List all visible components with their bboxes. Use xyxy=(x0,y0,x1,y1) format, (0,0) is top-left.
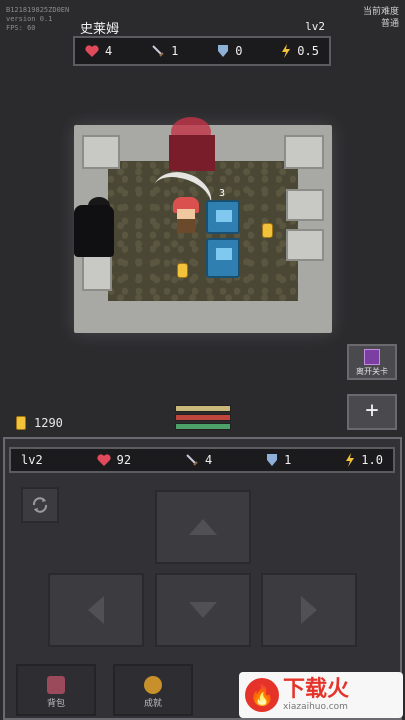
arrow-down-icon xyxy=(189,602,217,618)
player-stats-bar: lv2 92 4 1 1.0 xyxy=(9,447,395,473)
hero-face xyxy=(177,209,195,219)
lightning-icon xyxy=(346,453,355,467)
dpad-left-button[interactable] xyxy=(48,573,144,647)
enemy-attack: 1 xyxy=(151,44,178,58)
difficulty-value: 普通 xyxy=(380,19,399,29)
gold-icon xyxy=(16,416,26,430)
debug-fps: FPS: 60 xyxy=(6,24,36,32)
player-attack: 4 xyxy=(185,453,212,467)
enemy-name: 史莱姆 xyxy=(80,22,120,37)
health-bar xyxy=(175,414,231,421)
damage-number: 3 xyxy=(219,188,226,199)
exit-level-label: 离开关卡 xyxy=(356,367,388,376)
bag-label: 背包 xyxy=(46,699,65,709)
gold-amount: 1290 xyxy=(34,416,63,430)
dpad-up-button[interactable] xyxy=(155,490,251,564)
player-attack-value: 4 xyxy=(204,453,213,467)
arrow-right-icon xyxy=(301,596,317,624)
exit-gate xyxy=(169,135,215,171)
backpack-icon xyxy=(47,676,65,694)
achievements-button[interactable]: 成就 xyxy=(113,664,193,716)
debug-build: B121819825ZD0EN xyxy=(6,6,70,14)
dungeon-room: 3 xyxy=(74,117,332,333)
dpad-down-button[interactable] xyxy=(155,573,251,647)
shield-icon xyxy=(218,45,229,57)
gold-coin xyxy=(177,263,188,278)
difficulty-indicator: 当前难度 普通 xyxy=(363,6,399,30)
bag-button[interactable]: 背包 xyxy=(16,664,96,716)
achievements-label: 成就 xyxy=(143,699,162,709)
sword-icon xyxy=(186,454,198,466)
enemy-speed-value: 0.5 xyxy=(297,44,319,58)
medal-icon xyxy=(144,676,162,694)
slime-face xyxy=(216,248,232,260)
slime-enemy[interactable] xyxy=(206,200,240,234)
enemy-attack-value: 1 xyxy=(171,44,179,58)
player-speed: 1.0 xyxy=(345,453,383,467)
debug-info: B121819825ZD0EN version 0.1 FPS: 60 xyxy=(6,6,69,33)
player-speed-value: 1.0 xyxy=(361,453,383,467)
gold-counter: 1290 xyxy=(16,416,63,430)
arrow-up-icon xyxy=(189,519,217,535)
lightning-icon xyxy=(282,44,291,58)
wall-block xyxy=(284,135,324,169)
heart-icon xyxy=(85,45,99,57)
refresh-icon xyxy=(32,497,48,513)
sword-icon xyxy=(152,45,164,57)
watermark-logo: 🔥 xyxy=(245,678,279,712)
wall-block xyxy=(286,189,324,221)
watermark-main: 下载火 xyxy=(283,677,350,702)
slime-enemy[interactable] xyxy=(206,238,240,278)
enemy-speed: 0.5 xyxy=(281,44,319,58)
slime-face xyxy=(216,210,232,222)
shield-icon xyxy=(267,454,278,466)
player-defense-value: 1 xyxy=(284,453,292,467)
experience-bar xyxy=(175,405,231,412)
stamina-bar xyxy=(175,423,231,430)
hero-body xyxy=(177,219,195,233)
enemy-defense: 0 xyxy=(217,44,242,58)
exit-level-button[interactable]: 离开关卡 xyxy=(347,344,397,380)
player-defense: 1 xyxy=(266,453,291,467)
watermark-sub: xiazaihuo.com xyxy=(283,702,348,712)
watermark: 🔥 下载火 xiazaihuo.com xyxy=(239,672,403,718)
refresh-button[interactable] xyxy=(21,487,59,523)
player-bars xyxy=(175,405,231,432)
portal-icon xyxy=(364,349,380,365)
enemy-stats-bar: 4 1 0 0.5 xyxy=(73,36,331,66)
player-hp: 92 xyxy=(97,453,131,467)
player-hp-value: 92 xyxy=(116,453,132,467)
watermark-text: 下载火 xiazaihuo.com xyxy=(283,677,350,713)
enemy-hp: 4 xyxy=(85,44,112,58)
dpad-right-button[interactable] xyxy=(261,573,357,647)
shadow-enemy xyxy=(74,205,114,257)
wall-block xyxy=(286,229,324,261)
gold-coin xyxy=(262,223,273,238)
difficulty-label: 当前难度 xyxy=(362,7,399,17)
enemy-defense-value: 0 xyxy=(235,44,243,58)
player-level: lv2 xyxy=(21,453,43,467)
arrow-left-icon xyxy=(88,596,104,624)
heart-icon xyxy=(97,454,111,466)
plus-button[interactable]: + xyxy=(347,394,397,430)
enemy-hp-value: 4 xyxy=(105,44,113,58)
player-character xyxy=(171,197,201,237)
debug-version: version 0.1 xyxy=(6,15,53,23)
wall-block xyxy=(82,135,120,169)
wall-block xyxy=(82,255,112,291)
enemy-level: lv2 xyxy=(305,20,325,33)
